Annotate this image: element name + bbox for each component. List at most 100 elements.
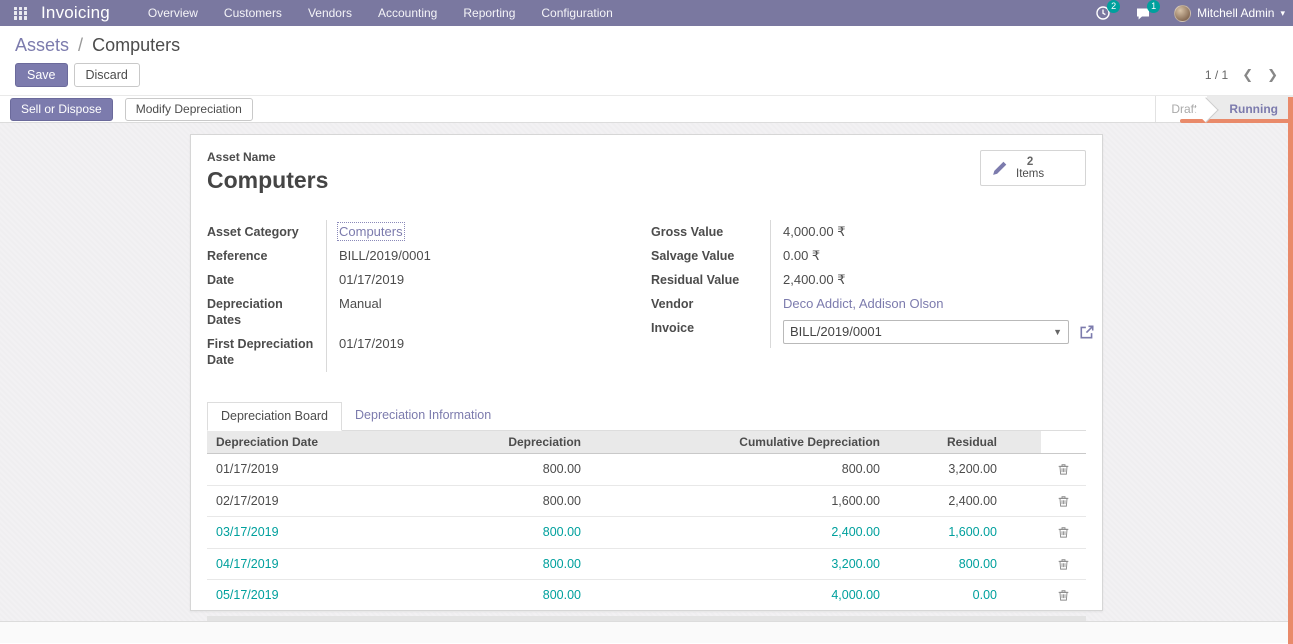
- table-row[interactable]: 03/17/2019 800.00 2,400.00 1,600.00: [207, 517, 1086, 549]
- cell-cumulative-depreciation[interactable]: 1,600.00: [585, 494, 884, 508]
- invoice-field-label: Invoice: [651, 316, 771, 348]
- control-panel: Assets / Computers Save Discard 1 / 1 ❮ …: [0, 26, 1293, 95]
- col-depreciation-date[interactable]: Depreciation Date: [207, 431, 429, 453]
- delete-row-button[interactable]: [1041, 494, 1086, 508]
- asset-name-label: Asset Name: [207, 150, 328, 164]
- cell-residual[interactable]: 0.00: [884, 588, 1001, 602]
- action-button[interactable]: Sell or Dispose: [10, 98, 113, 121]
- field-value[interactable]: 01/17/2019: [327, 332, 621, 356]
- cell-cumulative-depreciation[interactable]: 4,000.00: [585, 588, 884, 602]
- asset-name-title[interactable]: Computers: [207, 167, 328, 194]
- pager-next-icon[interactable]: ❯: [1267, 67, 1278, 83]
- message-count-badge: 1: [1147, 0, 1160, 13]
- depreciation-table: Depreciation Date Depreciation Cumulativ…: [207, 431, 1086, 621]
- field-value[interactable]: BILL/2019/0001: [327, 244, 621, 268]
- field-label: Vendor: [651, 292, 771, 316]
- page-footer: [0, 621, 1293, 643]
- cell-residual[interactable]: 3,200.00: [884, 462, 1001, 476]
- action-bar: Sell or Dispose Modify Depreciation Draf…: [0, 95, 1293, 123]
- table-row[interactable]: 02/17/2019 800.00 1,600.00 2,400.00: [207, 486, 1086, 518]
- trash-icon: [1057, 494, 1070, 508]
- external-link-icon[interactable]: [1079, 324, 1095, 340]
- top-menu-item[interactable]: Vendors: [308, 6, 352, 20]
- trash-icon: [1057, 525, 1070, 539]
- cell-residual[interactable]: 800.00: [884, 557, 1001, 571]
- delete-row-button[interactable]: [1041, 588, 1086, 602]
- field-label: Depreciation Dates: [207, 292, 327, 332]
- app-name[interactable]: Invoicing: [41, 3, 110, 23]
- action-buttons: Sell or Dispose Modify Depreciation: [0, 96, 1155, 122]
- cell-depreciation[interactable]: 800.00: [429, 494, 585, 508]
- notebook-tab[interactable]: Depreciation Information: [342, 402, 504, 430]
- cell-cumulative-depreciation[interactable]: 2,400.00: [585, 525, 884, 539]
- field-value[interactable]: 0.00 ₹: [771, 244, 1095, 268]
- pager-previous-icon[interactable]: ❮: [1242, 67, 1253, 83]
- content-area: Asset Name Computers 2 Items Asset Categ…: [0, 123, 1293, 621]
- cell-depreciation-date[interactable]: 04/17/2019: [207, 557, 429, 571]
- field-value[interactable]: Computers: [327, 220, 621, 244]
- cell-cumulative-depreciation[interactable]: 800.00: [585, 462, 884, 476]
- dropdown-caret-icon: ▼: [1053, 324, 1062, 340]
- top-menu-item[interactable]: Accounting: [378, 6, 437, 20]
- top-menu-item[interactable]: Configuration: [541, 6, 612, 20]
- col-depreciation[interactable]: Depreciation: [429, 431, 585, 453]
- invoice-field: BILL/2019/0001 ▼: [771, 316, 1095, 348]
- cell-depreciation-date[interactable]: 05/17/2019: [207, 588, 429, 602]
- breadcrumb-assets-link[interactable]: Assets: [15, 35, 69, 55]
- items-stat-button[interactable]: 2 Items: [980, 150, 1086, 186]
- cell-residual[interactable]: 1,600.00: [884, 525, 1001, 539]
- col-residual[interactable]: Residual: [884, 431, 1001, 453]
- col-status: [1001, 431, 1041, 453]
- field-label: Reference: [207, 244, 327, 268]
- table-row[interactable]: 01/17/2019 800.00 800.00 3,200.00: [207, 454, 1086, 486]
- field-label: First Depreciation Date: [207, 332, 327, 372]
- cell-depreciation[interactable]: 800.00: [429, 588, 585, 602]
- cell-depreciation-date[interactable]: 02/17/2019: [207, 494, 429, 508]
- vertical-scrollbar[interactable]: [1288, 97, 1293, 644]
- breadcrumb-separator: /: [78, 35, 83, 55]
- top-menu-item[interactable]: Reporting: [463, 6, 515, 20]
- activity-count-badge: 2: [1107, 0, 1120, 13]
- top-menu-item[interactable]: Overview: [148, 6, 198, 20]
- field-value[interactable]: Manual: [327, 292, 621, 316]
- table-row[interactable]: 04/17/2019 800.00 3,200.00 800.00: [207, 549, 1086, 581]
- cell-depreciation[interactable]: 800.00: [429, 525, 585, 539]
- apps-menu-icon[interactable]: [14, 7, 27, 20]
- cell-depreciation-date[interactable]: 03/17/2019: [207, 525, 429, 539]
- cell-depreciation[interactable]: 800.00: [429, 462, 585, 476]
- top-nav: Invoicing Overview Customers Vendors Acc…: [0, 0, 1293, 26]
- invoice-select[interactable]: BILL/2019/0001 ▼: [783, 320, 1069, 344]
- activities-icon[interactable]: 2: [1094, 5, 1112, 21]
- horizontal-scrollbar[interactable]: [1180, 119, 1290, 123]
- asset-form-sheet: Asset Name Computers 2 Items Asset Categ…: [190, 134, 1103, 611]
- trash-icon: [1057, 588, 1070, 602]
- delete-row-button[interactable]: [1041, 525, 1086, 539]
- pager-value: 1 / 1: [1205, 68, 1228, 82]
- delete-row-button[interactable]: [1041, 462, 1086, 476]
- table-header-row: Depreciation Date Depreciation Cumulativ…: [207, 431, 1086, 454]
- field-value[interactable]: 4,000.00 ₹: [771, 220, 1095, 244]
- items-count: 2: [1016, 156, 1044, 168]
- messages-icon[interactable]: 1: [1134, 5, 1152, 21]
- invoice-value: BILL/2019/0001: [790, 324, 882, 340]
- table-row[interactable]: 05/17/2019 800.00 4,000.00 0.00: [207, 580, 1086, 612]
- field-label: Asset Category: [207, 220, 327, 244]
- cell-depreciation-date[interactable]: 01/17/2019: [207, 462, 429, 476]
- action-button[interactable]: Modify Depreciation: [125, 98, 253, 121]
- user-menu[interactable]: Mitchell Admin ▾: [1174, 5, 1285, 22]
- cell-depreciation[interactable]: 800.00: [429, 557, 585, 571]
- col-cumulative-depreciation[interactable]: Cumulative Depreciation: [585, 431, 884, 453]
- discard-button[interactable]: Discard: [74, 63, 140, 87]
- top-menu-item[interactable]: Customers: [224, 6, 282, 20]
- delete-row-button[interactable]: [1041, 557, 1086, 571]
- cell-cumulative-depreciation[interactable]: 3,200.00: [585, 557, 884, 571]
- notebook-tab[interactable]: Depreciation Board: [207, 402, 342, 431]
- nav-right: 2 1 Mitchell Admin ▾: [1094, 5, 1285, 22]
- field-value[interactable]: 2,400.00 ₹: [771, 268, 1095, 292]
- field-label: Salvage Value: [651, 244, 771, 268]
- trash-icon: [1057, 557, 1070, 571]
- cell-residual[interactable]: 2,400.00: [884, 494, 1001, 508]
- save-button[interactable]: Save: [15, 63, 68, 87]
- field-value[interactable]: Deco Addict, Addison Olson: [771, 292, 1095, 316]
- field-value[interactable]: 01/17/2019: [327, 268, 621, 292]
